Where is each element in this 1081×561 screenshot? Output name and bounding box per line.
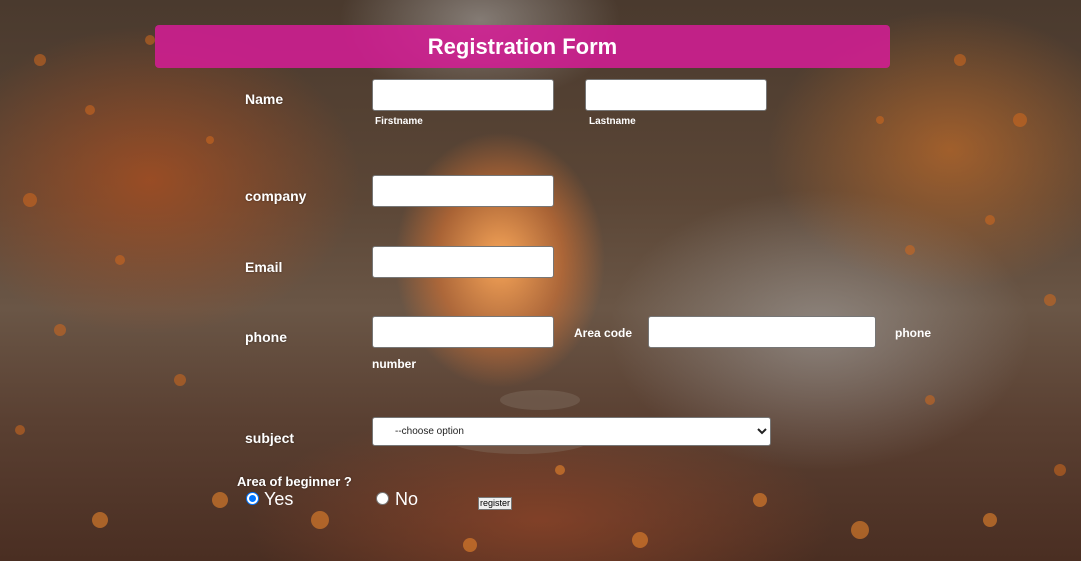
yes-radio[interactable] [246,492,259,505]
email-label: Email [245,259,283,275]
name-label: Name [245,91,284,107]
company-input[interactable] [372,175,554,207]
subject-select[interactable]: --choose option [372,417,771,446]
area-code-label: Area code [574,326,633,340]
form-header: Registration Form [155,25,890,68]
company-label: company [245,188,307,204]
lastname-input[interactable] [585,79,767,111]
no-radio[interactable] [376,492,389,505]
lastname-caption: Lastname [589,116,636,127]
subject-label: subject [245,430,295,446]
yes-label: Yes [264,489,294,509]
phone-input[interactable] [372,316,554,348]
email-input[interactable] [372,246,554,278]
form-title: Registration Form [427,33,618,59]
no-label: No [395,489,419,509]
phone-number-caption-first: phone [895,326,931,340]
register-button[interactable]: register [478,497,513,510]
phone-number-caption-second: number [372,357,417,371]
firstname-caption: Firstname [375,116,423,127]
phone-label: phone [245,329,287,345]
beginner-question: Area of beginner ? [237,474,352,489]
firstname-input[interactable] [372,79,554,111]
area-code-input[interactable] [648,316,876,348]
